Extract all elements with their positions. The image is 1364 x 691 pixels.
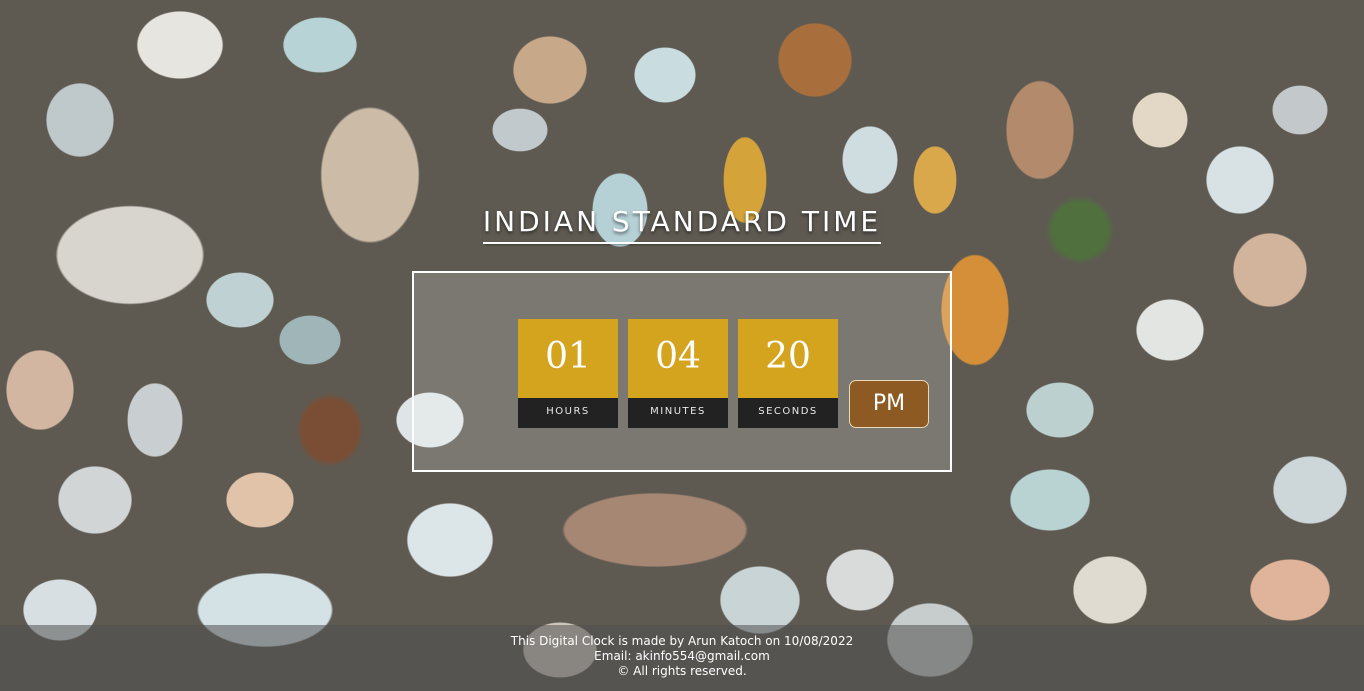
seconds-value: 20	[738, 319, 838, 398]
hours-unit: 01 HOURS	[518, 319, 618, 428]
hours-label: HOURS	[518, 398, 618, 428]
minutes-value: 04	[628, 319, 728, 398]
hours-value: 01	[518, 319, 618, 398]
footer-credit: This Digital Clock is made by Arun Katoc…	[510, 634, 854, 648]
clock-panel: 01 HOURS 04 MINUTES 20 SECONDS PM	[412, 271, 952, 472]
footer-email: Email: akinfo554@gmail.com	[594, 649, 770, 663]
am-pm-indicator: PM	[849, 380, 929, 428]
page-title-text: INDIAN STANDARD TIME	[482, 205, 882, 244]
seconds-label: SECONDS	[738, 398, 838, 428]
footer-copyright: © All rights reserved.	[617, 664, 747, 678]
footer: This Digital Clock is made by Arun Katoc…	[0, 625, 1364, 691]
seconds-unit: 20 SECONDS	[738, 319, 838, 428]
minutes-unit: 04 MINUTES	[628, 319, 728, 428]
minutes-label: MINUTES	[628, 398, 728, 428]
page-title: INDIAN STANDARD TIME	[0, 205, 1364, 244]
